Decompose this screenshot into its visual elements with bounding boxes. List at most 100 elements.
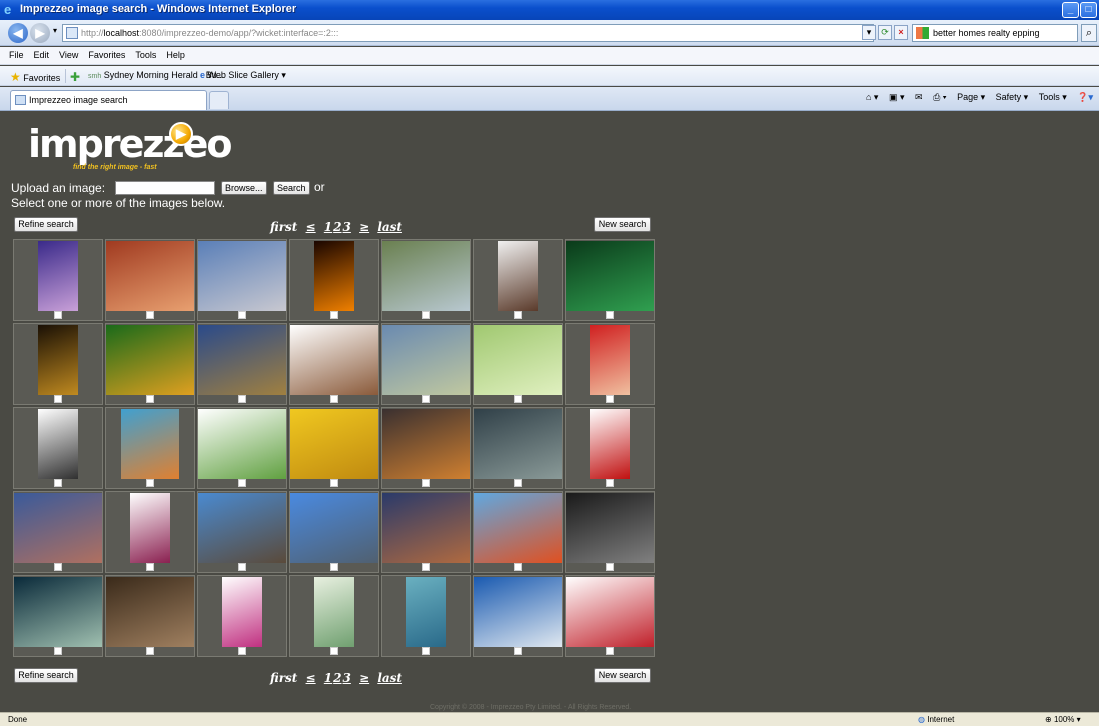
select-checkbox[interactable] — [606, 311, 614, 319]
select-checkbox[interactable] — [54, 479, 62, 487]
thumbnail-green-peppers[interactable] — [106, 325, 194, 395]
search-icon[interactable]: ⌕ — [1081, 24, 1097, 42]
stop-icon[interactable]: × — [894, 25, 908, 40]
select-checkbox[interactable] — [606, 563, 614, 571]
thumbnail-man-with-bag[interactable] — [498, 241, 538, 311]
select-checkbox[interactable] — [54, 647, 62, 655]
menu-favorites[interactable]: Favorites — [83, 47, 130, 60]
pager-next[interactable]: ≥ — [359, 671, 369, 685]
thumbnail-kids-circle[interactable] — [121, 409, 179, 479]
new-tab-button[interactable] — [209, 91, 229, 109]
pager-page-3[interactable]: 3 — [343, 220, 351, 234]
select-checkbox[interactable] — [606, 395, 614, 403]
thumbnail-roof-sky[interactable] — [198, 493, 286, 563]
select-checkbox[interactable] — [238, 563, 246, 571]
thumbnail-city-skyline[interactable] — [290, 493, 378, 563]
new-search-button-bottom[interactable]: New search — [594, 668, 651, 683]
thumbnail-nurse[interactable] — [406, 577, 446, 647]
select-checkbox[interactable] — [330, 647, 338, 655]
select-checkbox[interactable] — [422, 311, 430, 319]
thumbnail-lake-statue[interactable] — [382, 325, 470, 395]
print-icon[interactable]: ⎙ ▾ — [933, 92, 946, 102]
select-checkbox[interactable] — [606, 647, 614, 655]
pager-page-3[interactable]: 3 — [343, 671, 351, 685]
select-checkbox[interactable] — [514, 395, 522, 403]
thumbnail-businessman[interactable] — [38, 409, 78, 479]
select-checkbox[interactable] — [330, 395, 338, 403]
select-checkbox[interactable] — [146, 563, 154, 571]
help-icon[interactable]: ❓▾ — [1077, 92, 1093, 102]
select-checkbox[interactable] — [238, 479, 246, 487]
select-checkbox[interactable] — [238, 395, 246, 403]
select-checkbox[interactable] — [330, 311, 338, 319]
pager-page-2[interactable]: 2 — [333, 220, 341, 234]
new-search-button-top[interactable]: New search — [594, 217, 651, 232]
pager-next[interactable]: ≥ — [359, 220, 369, 234]
thumbnail-coral[interactable] — [382, 493, 470, 563]
thumbnail-butterfly[interactable] — [290, 325, 378, 395]
thumbnail-fireworks[interactable] — [38, 325, 78, 395]
page-menu[interactable]: Page ▾ — [957, 92, 985, 102]
select-checkbox[interactable] — [514, 479, 522, 487]
pager-page-2[interactable]: 2 — [333, 671, 341, 685]
select-checkbox[interactable] — [54, 311, 62, 319]
pager-prev[interactable]: ≤ — [306, 220, 316, 234]
thumbnail-green-corridor[interactable] — [566, 241, 654, 311]
menu-help[interactable]: Help — [161, 47, 190, 60]
thumbnail-watercolor-tree[interactable] — [314, 577, 354, 647]
thumbnail-mountain-plain[interactable] — [198, 325, 286, 395]
thumbnail-clown[interactable] — [222, 577, 262, 647]
menu-file[interactable]: File — [0, 47, 29, 60]
thumbnail-red-onion[interactable] — [130, 493, 170, 563]
thumbnail-masked-face[interactable] — [474, 493, 562, 563]
pager-last[interactable]: last — [377, 220, 402, 234]
feeds-icon[interactable]: ▣ ▾ — [889, 92, 905, 102]
thumbnail-dry-grass[interactable] — [106, 577, 194, 647]
menu-edit[interactable]: Edit — [29, 47, 55, 60]
history-dropdown-icon[interactable]: ▾ — [53, 26, 57, 35]
thumbnail-temple-ceiling[interactable] — [106, 241, 194, 311]
thumbnail-vegetables[interactable] — [198, 409, 286, 479]
thumbnail-woman-portrait[interactable] — [566, 577, 654, 647]
maximize-button[interactable]: □ — [1080, 2, 1097, 18]
refine-search-button-bottom[interactable]: Refine search — [14, 668, 78, 683]
home-icon[interactable]: ⌂ ▾ — [866, 92, 878, 102]
url-dropdown-icon[interactable]: ▾ — [862, 25, 876, 40]
select-checkbox[interactable] — [514, 647, 522, 655]
thumbnail-cabbage[interactable] — [474, 325, 562, 395]
favorite-link-webslice[interactable]: e Web Slice Gallery ▾ — [200, 70, 286, 81]
minimize-button[interactable]: _ — [1062, 2, 1079, 18]
tools-menu[interactable]: Tools ▾ — [1039, 92, 1067, 102]
url-field[interactable]: http://localhost:8080/imprezzeo-demo/app… — [62, 24, 874, 42]
select-checkbox[interactable] — [238, 647, 246, 655]
forward-button[interactable]: ▶ — [30, 23, 50, 43]
select-checkbox[interactable] — [422, 395, 430, 403]
select-checkbox[interactable] — [330, 479, 338, 487]
search-input[interactable]: better homes realty epping — [912, 24, 1078, 42]
select-checkbox[interactable] — [422, 647, 430, 655]
select-checkbox[interactable] — [606, 479, 614, 487]
menu-tools[interactable]: Tools — [130, 47, 161, 60]
favorites-button[interactable]: ★ Favorites — [10, 70, 60, 84]
select-checkbox[interactable] — [422, 479, 430, 487]
security-zone[interactable]: ◍ Internet — [918, 715, 954, 724]
refresh-icon[interactable]: ⟳ — [878, 25, 892, 40]
back-button[interactable]: ◀ — [8, 23, 28, 43]
refine-search-button-top[interactable]: Refine search — [14, 217, 78, 232]
safety-menu[interactable]: Safety ▾ — [996, 92, 1029, 102]
select-checkbox[interactable] — [330, 563, 338, 571]
thumbnail-misty-bay[interactable] — [474, 409, 562, 479]
select-checkbox[interactable] — [514, 311, 522, 319]
select-checkbox[interactable] — [514, 563, 522, 571]
select-checkbox[interactable] — [54, 563, 62, 571]
upload-file-input[interactable] — [115, 181, 215, 195]
thumbnail-hands[interactable] — [38, 241, 78, 311]
mail-icon[interactable]: ✉ — [915, 92, 923, 102]
add-favorite-icon[interactable]: ✚ — [70, 70, 80, 84]
thumbnail-sunset-sea[interactable] — [314, 241, 354, 311]
select-checkbox[interactable] — [146, 311, 154, 319]
menu-view[interactable]: View — [54, 47, 83, 60]
thumbnail-crying-baby[interactable] — [590, 325, 630, 395]
thumbnail-barracuda[interactable] — [14, 577, 102, 647]
select-checkbox[interactable] — [146, 647, 154, 655]
